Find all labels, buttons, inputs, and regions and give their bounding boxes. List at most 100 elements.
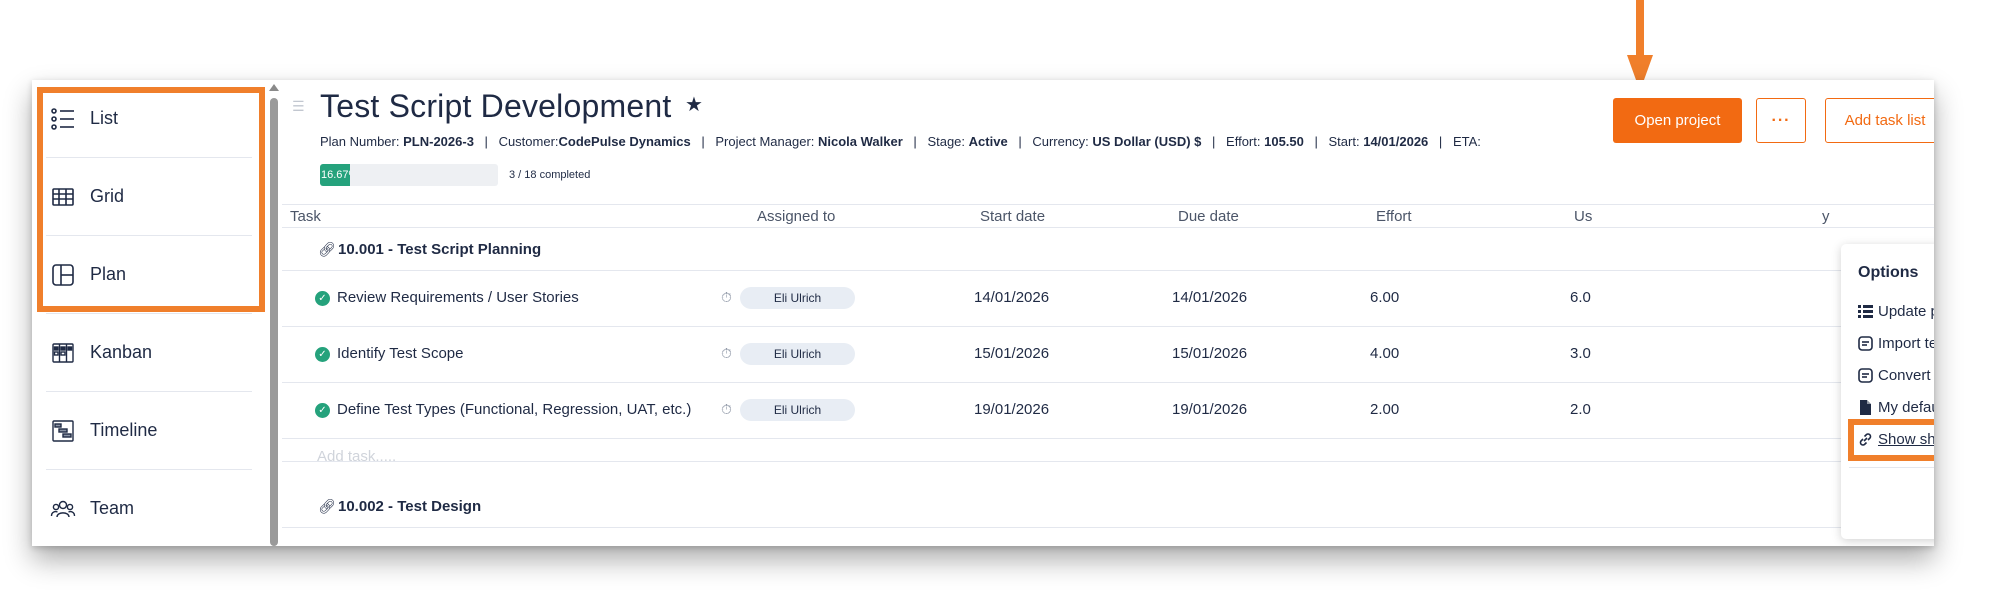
sidebar-scrollbar[interactable] (268, 80, 280, 546)
effort-label: Effort: (1226, 134, 1261, 149)
drag-handle-icon[interactable]: ☰ (292, 98, 305, 115)
team-icon (50, 500, 76, 517)
currency-label: Currency: (1032, 134, 1089, 149)
column-header-partial[interactable]: y (1822, 208, 1830, 225)
start-date-cell: 14/01/2026 (974, 289, 1050, 306)
plan-layout-icon (52, 263, 74, 286)
plan-number: PLN-2026-3 (403, 134, 474, 149)
sidebar-item-timeline[interactable]: Timeline (46, 392, 252, 470)
sidebar-item-team[interactable]: Team (46, 470, 252, 546)
task-name[interactable]: Define Test Types (Functional, Regressio… (337, 401, 691, 418)
sidebar-item-kanban[interactable]: Kanban (46, 314, 252, 392)
sidebar-item-label: Team (90, 498, 135, 518)
task-list-group[interactable]: 🔗︎ 10.002 - Test Design (282, 486, 1934, 528)
timeline-icon (52, 419, 74, 442)
column-header-due[interactable]: Due date (1178, 208, 1239, 225)
sidebar-item-label: List (90, 108, 119, 128)
scroll-thumb[interactable] (270, 98, 278, 546)
stage-label: Stage: (927, 134, 966, 149)
currency: US Dollar (USD) $ (1092, 134, 1202, 149)
timer-icon[interactable]: ⏱ (721, 345, 732, 362)
stage: Active (968, 134, 1008, 149)
column-header-effort[interactable]: Effort (1376, 208, 1412, 225)
add-task-input[interactable]: Add task..... (317, 448, 396, 465)
customer: CodePulse Dynamics (558, 134, 691, 149)
timer-icon[interactable]: ⏱ (721, 289, 732, 306)
separator: | (1438, 134, 1443, 149)
add-task-row[interactable] (282, 426, 1934, 462)
separator: | (701, 134, 705, 149)
used-cell: 6.0 (1570, 289, 1591, 306)
plan-number-label: Plan Number: (320, 134, 400, 149)
menu-title: Options (1858, 264, 1919, 281)
link-icon: 🔗︎ (318, 241, 336, 257)
assignee-badge[interactable]: Eli Ulrich (740, 287, 855, 309)
add-task-list-button[interactable]: Add task list (1825, 98, 1934, 143)
menu-item-label: My default plan view (1878, 398, 1934, 416)
more-options-button[interactable]: ··· (1756, 98, 1806, 143)
menu-item-label: Update planning (1878, 302, 1934, 320)
project-manager: Nicola Walker (818, 134, 903, 149)
column-header-task[interactable]: Task (290, 208, 321, 225)
progress-completed-text: 3 / 18 completed (509, 169, 591, 181)
menu-item-label: Import template (1878, 334, 1934, 352)
column-header-start[interactable]: Start date (980, 208, 1045, 225)
sidebar-item-plan[interactable]: Plan (46, 236, 252, 314)
menu-item-show-shareable-link[interactable]: Show shareable link (1858, 428, 1934, 450)
effort-cell: 4.00 (1370, 345, 1400, 362)
start-label: Start: (1328, 134, 1360, 149)
task-name[interactable]: Review Requirements / User Stories (337, 289, 579, 306)
table-row[interactable]: ✓ Review Requirements / User Stories ⏱ E… (282, 271, 1934, 327)
due-date-cell: 15/01/2026 (1172, 345, 1248, 362)
progress-fill: 16.67% (320, 164, 350, 186)
annotation-arrow-shaft (1636, 0, 1644, 56)
start-date-cell: 19/01/2026 (974, 401, 1050, 418)
page-title: Test Script Development (320, 88, 672, 124)
separator: | (913, 134, 917, 149)
app-window: List Grid Plan Kanban Timeline Team ☰ Te… (32, 80, 1934, 546)
due-date-cell: 14/01/2026 (1172, 289, 1248, 306)
column-header-used[interactable]: Us (1574, 208, 1592, 225)
separator: | (1314, 134, 1318, 149)
sidebar-item-label: Kanban (90, 342, 153, 362)
used-cell: 3.0 (1570, 345, 1591, 362)
assignee-badge[interactable]: Eli Ulrich (740, 343, 855, 365)
favorite-star-icon[interactable]: ★ (685, 92, 703, 117)
start-date: 14/01/2026 (1363, 134, 1429, 149)
options-menu: Options Update planning Import template (1841, 244, 1934, 539)
open-project-button[interactable]: Open project (1613, 98, 1742, 143)
menu-divider (1849, 467, 1934, 468)
sidebar-item-list[interactable]: List (46, 80, 252, 158)
project-main: ☰ Test Script Development ★ Plan Number:… (282, 80, 1934, 546)
scroll-up-arrow-icon[interactable] (269, 84, 279, 91)
task-name[interactable]: Identify Test Scope (337, 345, 463, 362)
pm-label: Project Manager: (715, 134, 815, 149)
task-list-group[interactable]: 🔗︎ 10.001 - Test Script Planning (282, 229, 1934, 271)
timer-icon[interactable]: ⏱ (721, 401, 732, 418)
list-bullets-icon (1858, 304, 1873, 318)
kanban-icon (52, 342, 74, 363)
eta-label: ETA: (1452, 134, 1481, 149)
table-row[interactable]: ✓ Identify Test Scope ⏱ Eli Ulrich 15/01… (282, 327, 1934, 383)
effort-cell: 6.00 (1370, 289, 1400, 306)
completed-check-icon[interactable]: ✓ (315, 347, 330, 362)
menu-item-default-plan-view[interactable]: My default plan view (1858, 396, 1934, 418)
task-list-name: 10.002 - Test Design (338, 498, 482, 515)
table-grid-icon (52, 187, 74, 206)
link-icon: 🔗︎ (318, 498, 336, 514)
menu-item-convert-to-template[interactable]: Convert to template (1858, 364, 1934, 386)
effort: 105.50 (1264, 134, 1304, 149)
menu-item-label: Show shareable link (1878, 430, 1934, 448)
completed-check-icon[interactable]: ✓ (315, 291, 330, 306)
completed-check-icon[interactable]: ✓ (315, 403, 330, 418)
effort-cell: 2.00 (1370, 401, 1400, 418)
view-sidebar: List Grid Plan Kanban Timeline Team (32, 80, 268, 546)
column-header-assigned[interactable]: Assigned to (757, 208, 835, 225)
sidebar-item-grid[interactable]: Grid (46, 158, 252, 236)
separator: | (484, 134, 488, 149)
menu-item-label: Convert to template (1878, 366, 1934, 384)
assignee-badge[interactable]: Eli Ulrich (740, 399, 855, 421)
menu-item-import-template[interactable]: Import template (1858, 332, 1934, 354)
menu-item-update-planning[interactable]: Update planning (1858, 300, 1934, 322)
task-list-name: 10.001 - Test Script Planning (338, 241, 542, 258)
